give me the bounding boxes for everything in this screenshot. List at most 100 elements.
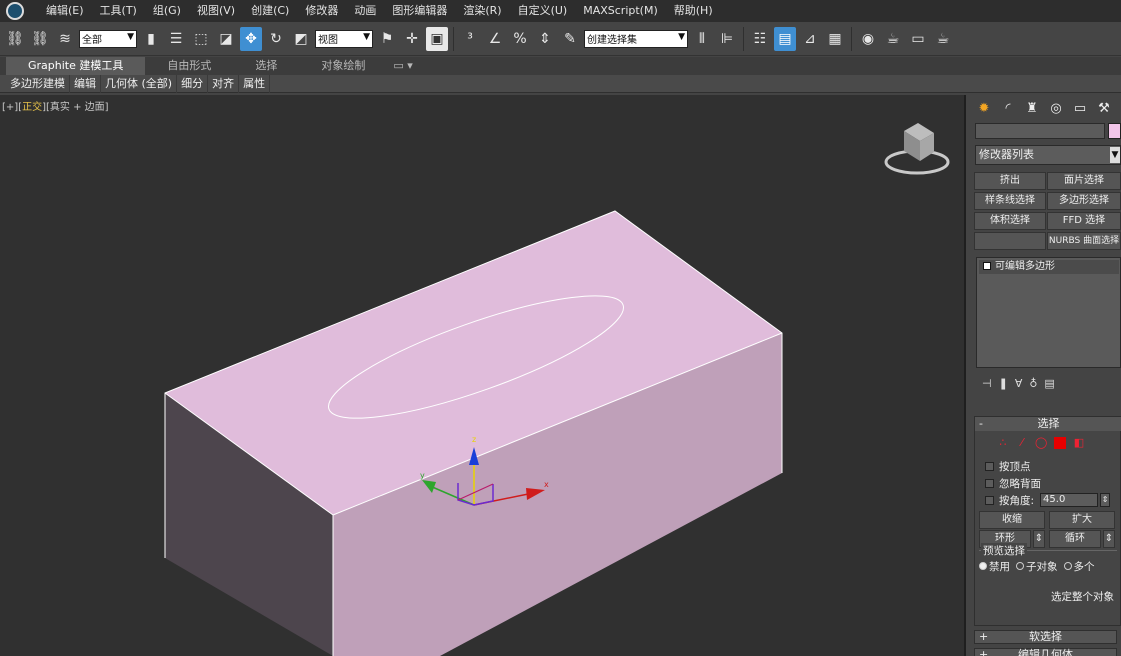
shrink-button[interactable]: 收缩 — [979, 511, 1045, 529]
display-tab-icon[interactable]: ▭ — [1070, 98, 1090, 118]
expand-icon[interactable] — [983, 262, 991, 270]
menu-help[interactable]: 帮助(H) — [666, 0, 721, 22]
pin-stack-icon[interactable]: ⊣ — [982, 377, 992, 390]
ribbon-properties[interactable]: 属性 — [239, 74, 271, 93]
schematic-view-icon[interactable]: ▦ — [824, 27, 846, 51]
angle-snap-icon[interactable]: ∠ — [484, 27, 506, 51]
hierarchy-tab-icon[interactable]: ♜ — [1022, 98, 1042, 118]
named-selection-dropdown[interactable]: 创建选择集 ▼ — [584, 29, 688, 48]
menu-create[interactable]: 创建(C) — [243, 0, 297, 22]
move-icon[interactable]: ✥ — [240, 26, 262, 51]
bind-spacewarp-icon[interactable]: ≋ — [54, 27, 76, 51]
app-logo-button[interactable] — [0, 0, 30, 22]
rect-selection-icon[interactable]: ⬚ — [190, 27, 212, 51]
ribbon-polygon-modeling[interactable]: 多边形建模 — [6, 74, 70, 93]
tab-object-paint[interactable]: 对象绘制 — [299, 57, 387, 75]
menu-animation[interactable]: 动画 — [346, 0, 384, 22]
rendered-frame-icon[interactable]: ▭ — [907, 27, 929, 51]
align-icon[interactable]: ⊫ — [716, 27, 738, 51]
ignore-backface-checkbox[interactable] — [985, 478, 994, 488]
selection-rollout-header[interactable]: - 选择 — [975, 417, 1121, 431]
percent-snap-icon[interactable]: % — [509, 27, 531, 51]
link-icon[interactable]: ⛓ — [4, 27, 26, 51]
perspective-viewport[interactable]: [+][正交][真实 + 边面] z x y — [0, 95, 966, 656]
configure-sets-icon[interactable]: ▤ — [1044, 377, 1054, 390]
selection-filter-dropdown[interactable]: 全部 ▼ — [79, 29, 137, 48]
menu-modifiers[interactable]: 修改器 — [297, 0, 346, 22]
select-object-icon[interactable]: ▮ — [140, 27, 162, 51]
edge-icon[interactable]: ⁄ — [1016, 437, 1028, 449]
remove-modifier-icon[interactable]: ♁ — [1029, 377, 1037, 390]
viewcube-icon[interactable] — [884, 123, 950, 175]
stack-item-editable-poly[interactable]: 可编辑多边形 — [979, 260, 1119, 274]
snap-toggle-icon[interactable]: ³ — [459, 27, 481, 51]
menu-edit[interactable]: 编辑(E) — [38, 0, 92, 22]
spinner-snap-icon[interactable]: ⇕ — [534, 27, 556, 51]
ribbon-options-icon[interactable]: ▭ ▾ — [387, 57, 418, 75]
edit-geometry-rollout-header[interactable]: + 编辑几何体 — [974, 648, 1117, 656]
ffd-select-button[interactable]: FFD 选择 — [1047, 212, 1121, 230]
poly-select-button[interactable]: 多边形选择 — [1047, 192, 1121, 210]
menu-rendering[interactable]: 渲染(R) — [455, 0, 509, 22]
select-manipulate-icon[interactable]: ✛ — [401, 27, 423, 51]
soft-selection-rollout-header[interactable]: + 软选择 — [974, 630, 1117, 644]
select-by-name-icon[interactable]: ☰ — [165, 27, 187, 51]
vertex-icon[interactable]: ∴ — [997, 437, 1009, 449]
preview-multi-radio[interactable]: 多个 — [1063, 559, 1095, 574]
scale-icon[interactable]: ◩ — [290, 27, 312, 51]
loop-spinner[interactable]: ⇕ — [1103, 530, 1115, 548]
menu-graph-editors[interactable]: 图形编辑器 — [384, 0, 455, 22]
utilities-tab-icon[interactable]: ⚒ — [1094, 98, 1114, 118]
patch-select-button[interactable]: 面片选择 — [1047, 172, 1121, 190]
empty-modifier-button[interactable] — [974, 232, 1046, 250]
ribbon-subdivision[interactable]: 细分 — [177, 74, 209, 93]
ribbon-align[interactable]: 对齐 — [208, 74, 240, 93]
graphite-toggle-icon[interactable]: ▤ — [774, 26, 796, 51]
menu-customize[interactable]: 自定义(U) — [510, 0, 576, 22]
loop-button[interactable]: 循环 — [1049, 530, 1101, 548]
by-vertex-checkbox[interactable] — [985, 461, 994, 471]
polygon-icon[interactable] — [1054, 437, 1066, 449]
menu-group[interactable]: 组(G) — [145, 0, 189, 22]
preview-subobject-radio[interactable]: 子对象 — [1016, 559, 1058, 574]
tab-graphite-modeling[interactable]: Graphite 建模工具 — [6, 57, 146, 75]
pivot-center-icon[interactable]: ⚑ — [376, 27, 398, 51]
ribbon-geometry-all[interactable]: 几何体 (全部) — [101, 74, 178, 93]
edit-named-selection-icon[interactable]: ✎ — [559, 27, 581, 51]
menu-views[interactable]: 视图(V) — [189, 0, 243, 22]
layer-manager-icon[interactable]: ☷ — [749, 27, 771, 51]
keyboard-shortcut-override-icon[interactable]: ▣ — [426, 26, 448, 51]
nurbs-surface-select-button[interactable]: NURBS 曲面选择 — [1047, 232, 1121, 250]
make-unique-icon[interactable]: ∀ — [1015, 377, 1023, 390]
modify-tab-icon[interactable]: ◜ — [998, 98, 1018, 118]
tab-freeform[interactable]: 自由形式 — [145, 57, 233, 75]
angle-value-input[interactable]: 45.0 — [1040, 493, 1099, 507]
object-name-input[interactable] — [975, 123, 1105, 139]
show-end-result-icon[interactable]: ❚ — [999, 377, 1008, 390]
extrude-button[interactable]: 挤出 — [974, 172, 1046, 190]
modifier-list-dropdown[interactable]: 修改器列表 ▼ — [975, 145, 1121, 165]
preview-disabled-radio[interactable]: 禁用 — [979, 559, 1010, 574]
grow-button[interactable]: 扩大 — [1049, 511, 1115, 529]
modifier-stack[interactable]: 可编辑多边形 — [976, 257, 1121, 368]
object-color-swatch[interactable] — [1108, 123, 1121, 139]
window-crossing-icon[interactable]: ◪ — [215, 27, 237, 51]
mirror-icon[interactable]: ⫴ — [691, 27, 713, 51]
create-tab-icon[interactable]: ✹ — [974, 98, 994, 118]
menu-tools[interactable]: 工具(T) — [92, 0, 145, 22]
tab-selection[interactable]: 选择 — [233, 57, 299, 75]
menu-maxscript[interactable]: MAXScript(M) — [575, 0, 666, 22]
reference-coord-dropdown[interactable]: 视图 ▼ — [315, 29, 373, 48]
rotate-icon[interactable]: ↻ — [265, 27, 287, 51]
spline-select-button[interactable]: 样条线选择 — [974, 192, 1046, 210]
volume-select-button[interactable]: 体积选择 — [974, 212, 1046, 230]
motion-tab-icon[interactable]: ◎ — [1046, 98, 1066, 118]
by-angle-checkbox[interactable] — [985, 495, 994, 505]
unlink-icon[interactable]: ⛓ — [29, 27, 51, 51]
render-production-icon[interactable]: ☕ — [932, 27, 954, 51]
ribbon-edit[interactable]: 编辑 — [70, 74, 101, 93]
curve-editor-icon[interactable]: ⊿ — [799, 27, 821, 51]
border-icon[interactable]: ◯ — [1035, 437, 1047, 449]
render-setup-icon[interactable]: ☕ — [882, 27, 904, 51]
ring-spinner[interactable]: ⇕ — [1033, 530, 1045, 548]
